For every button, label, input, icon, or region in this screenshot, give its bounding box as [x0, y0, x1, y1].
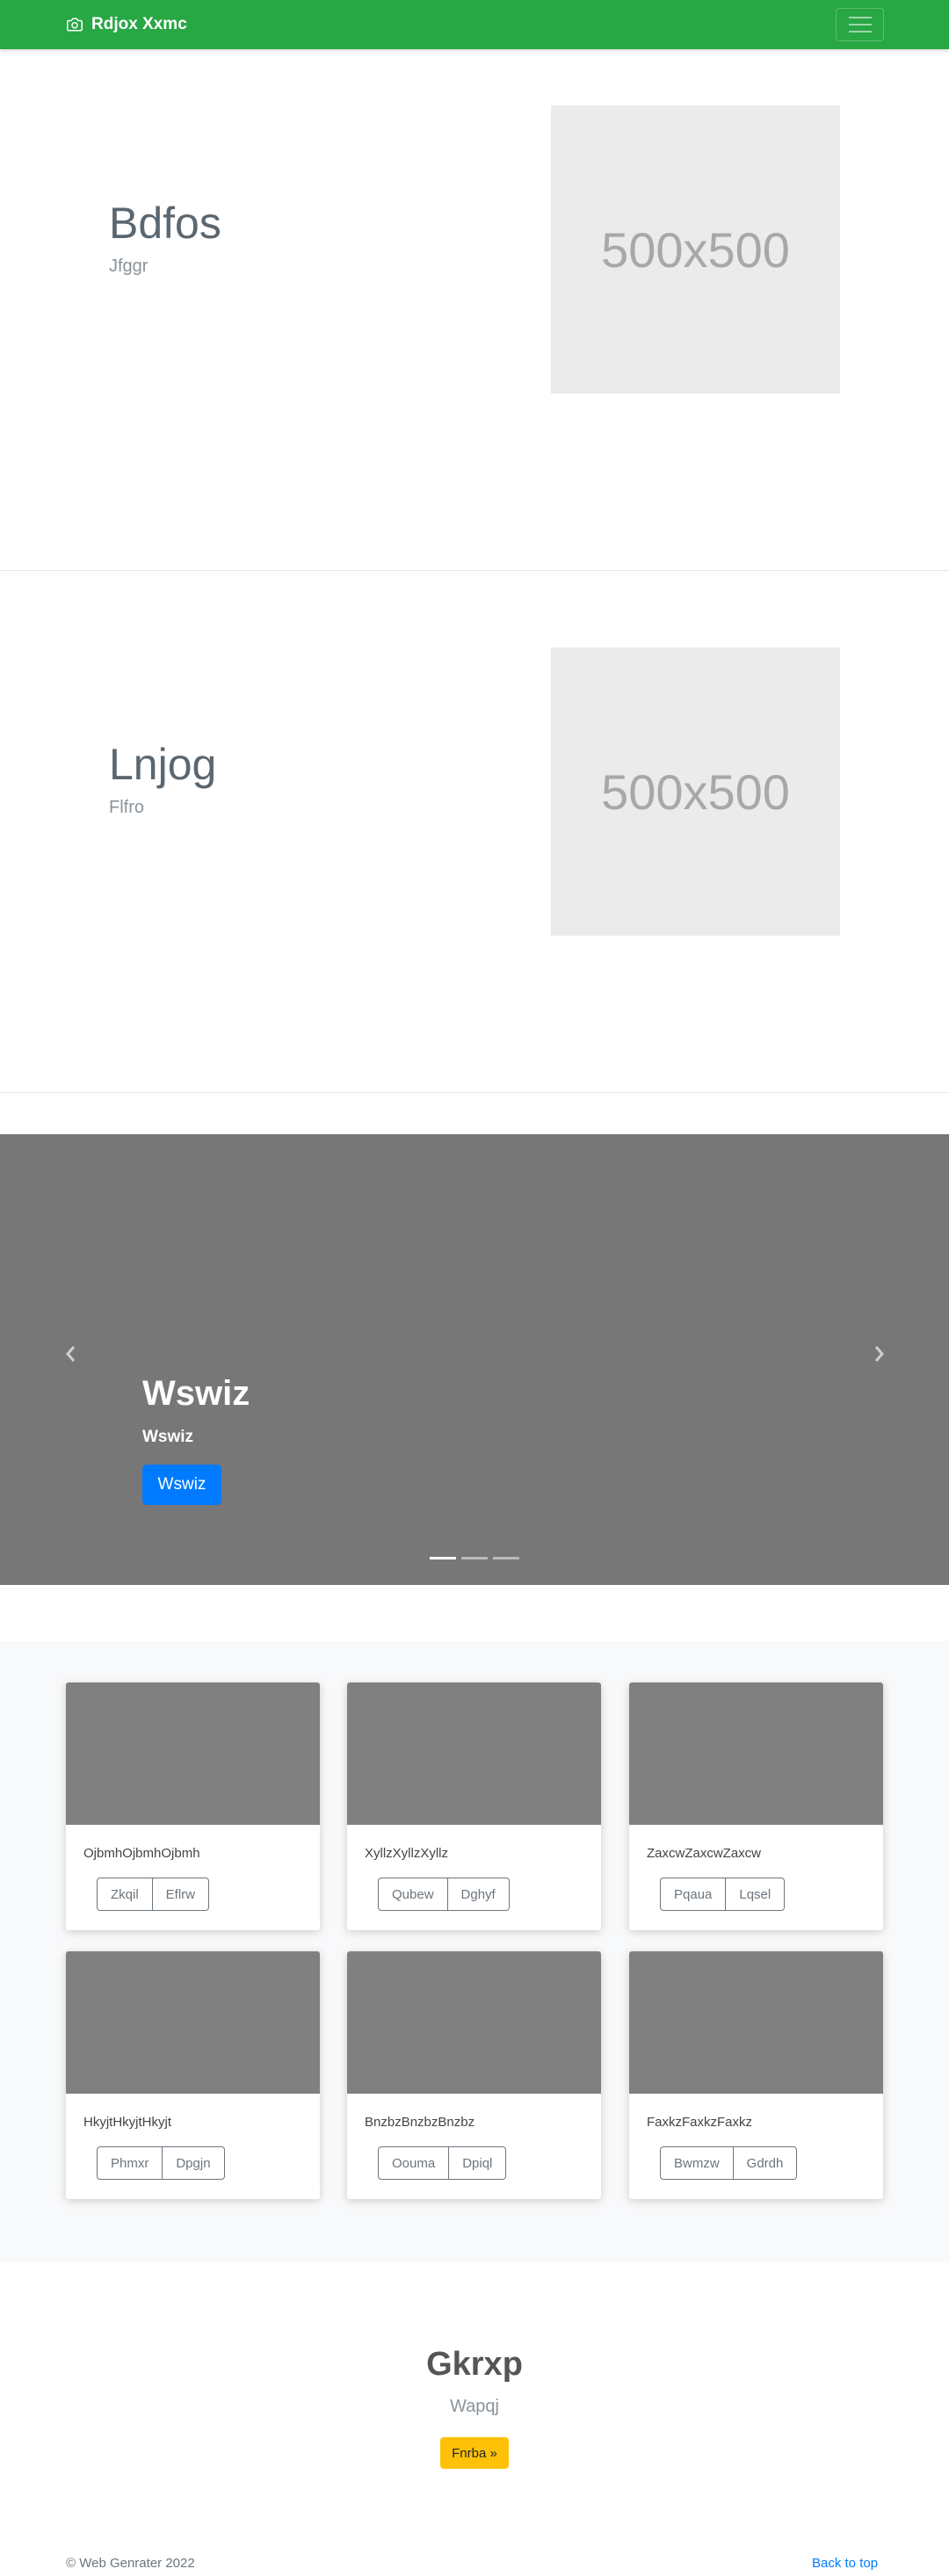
- album-card: FaxkzFaxkzFaxkz Bwmzw Gdrdh: [629, 1951, 883, 2199]
- card-thumbnail: [347, 1682, 601, 1825]
- carousel-indicators: [430, 1557, 519, 1559]
- card-button[interactable]: Gdrdh: [733, 2146, 798, 2180]
- hamburger-icon: [848, 17, 872, 18]
- feature-heading: Lnjog: [109, 740, 217, 789]
- card-text: OjbmhOjbmhOjbmh: [83, 1846, 200, 1861]
- card-text: ZaxcwZaxcwZaxcw: [647, 1846, 762, 1861]
- placeholder-label: 500x500: [601, 763, 790, 820]
- brand-name: Rdjox Xxmc: [91, 15, 187, 33]
- jumbo-title: Gkrxp: [426, 2346, 523, 2383]
- feature-subheading: Jfggr: [109, 257, 149, 276]
- brand-link[interactable]: Rdjox Xxmc: [66, 14, 187, 35]
- card-thumbnail: [629, 1951, 883, 2094]
- album-card: BnzbzBnzbzBnzbz Oouma Dpiql: [347, 1951, 601, 2199]
- feature-section: Bdfos Jfggr 500x500: [0, 49, 949, 571]
- camera-icon: [67, 18, 83, 32]
- carousel-indicator[interactable]: [461, 1557, 488, 1559]
- card-text: HkyjtHkyjtHkyjt: [83, 2115, 171, 2130]
- card-button-group: Phmxr Dpgjn: [97, 2146, 225, 2180]
- card-button[interactable]: Pqaua: [660, 1878, 727, 1911]
- album-card: HkyjtHkyjtHkyjt Phmxr Dpgjn: [66, 1951, 320, 2199]
- card-button-group: Pqaua Lqsel: [660, 1878, 786, 1911]
- placeholder-label: 500x500: [601, 221, 790, 278]
- feature-section: Lnjog Flfro 500x500: [0, 571, 949, 1093]
- card-thumbnail: [66, 1951, 320, 2094]
- card-text: XyllzXyllzXyllz: [365, 1846, 449, 1861]
- carousel-title: Wswiz: [142, 1374, 250, 1413]
- card-button-group: Zkqil Eflrw: [97, 1878, 210, 1911]
- carousel-prev-button[interactable]: [62, 1342, 80, 1366]
- album-card: ZaxcwZaxcwZaxcw Pqaua Lqsel: [629, 1682, 883, 1930]
- hamburger-icon: [848, 31, 872, 33]
- feature-image-placeholder: 500x500: [551, 105, 840, 394]
- card-button-group: Oouma Dpiql: [378, 2146, 507, 2180]
- navbar-toggler-button[interactable]: [836, 8, 884, 41]
- card-text: FaxkzFaxkzFaxkz: [647, 2115, 753, 2130]
- footer-copyright: © Web Genrater 2022: [66, 2556, 195, 2571]
- card-button[interactable]: Zkqil: [97, 1878, 153, 1911]
- chevron-left-icon: [66, 1346, 76, 1362]
- card-text: BnzbzBnzbzBnzbz: [365, 2115, 475, 2130]
- navbar: Rdjox Xxmc: [0, 0, 949, 49]
- chevron-right-icon: [874, 1346, 884, 1362]
- card-button[interactable]: Qubew: [378, 1878, 448, 1911]
- card-button[interactable]: Oouma: [378, 2146, 450, 2180]
- card-thumbnail: [347, 1951, 601, 2094]
- album-card: OjbmhOjbmhOjbmh Zkqil Eflrw: [66, 1682, 320, 1930]
- card-button[interactable]: Dpgjn: [163, 2146, 225, 2180]
- album-card: XyllzXyllzXyllz Qubew Dghyf: [347, 1682, 601, 1930]
- card-thumbnail: [66, 1682, 320, 1825]
- hamburger-icon: [848, 24, 872, 25]
- card-button[interactable]: Dghyf: [447, 1878, 510, 1911]
- card-button[interactable]: Phmxr: [97, 2146, 163, 2180]
- carousel-cta-button[interactable]: Wswiz: [142, 1465, 221, 1505]
- album: OjbmhOjbmhOjbmh Zkqil Eflrw XyllzXyllzXy…: [0, 1641, 949, 2262]
- card-button[interactable]: Dpiql: [449, 2146, 507, 2180]
- card-button[interactable]: Lqsel: [726, 1878, 786, 1911]
- carousel: Wswiz Wswiz Wswiz: [0, 1134, 949, 1585]
- card-button[interactable]: Bwmzw: [660, 2146, 734, 2180]
- card-button-group: Qubew Dghyf: [378, 1878, 510, 1911]
- carousel-subtitle: Wswiz: [142, 1428, 194, 1446]
- jumbo-cta-button[interactable]: Fnrba »: [440, 2437, 509, 2469]
- card-button-group: Bwmzw Gdrdh: [660, 2146, 798, 2180]
- back-to-top-link[interactable]: Back to top: [812, 2556, 878, 2571]
- carousel-indicator[interactable]: [493, 1557, 519, 1559]
- feature-subheading: Flfro: [109, 798, 144, 817]
- feature-image-placeholder: 500x500: [551, 648, 840, 936]
- carousel-indicator[interactable]: [430, 1557, 456, 1559]
- jumbo-subtitle: Wapqj: [450, 2397, 499, 2416]
- feature-heading: Bdfos: [109, 199, 221, 248]
- card-thumbnail: [629, 1682, 883, 1825]
- card-button[interactable]: Eflrw: [152, 1878, 210, 1911]
- carousel-next-button[interactable]: [870, 1342, 887, 1366]
